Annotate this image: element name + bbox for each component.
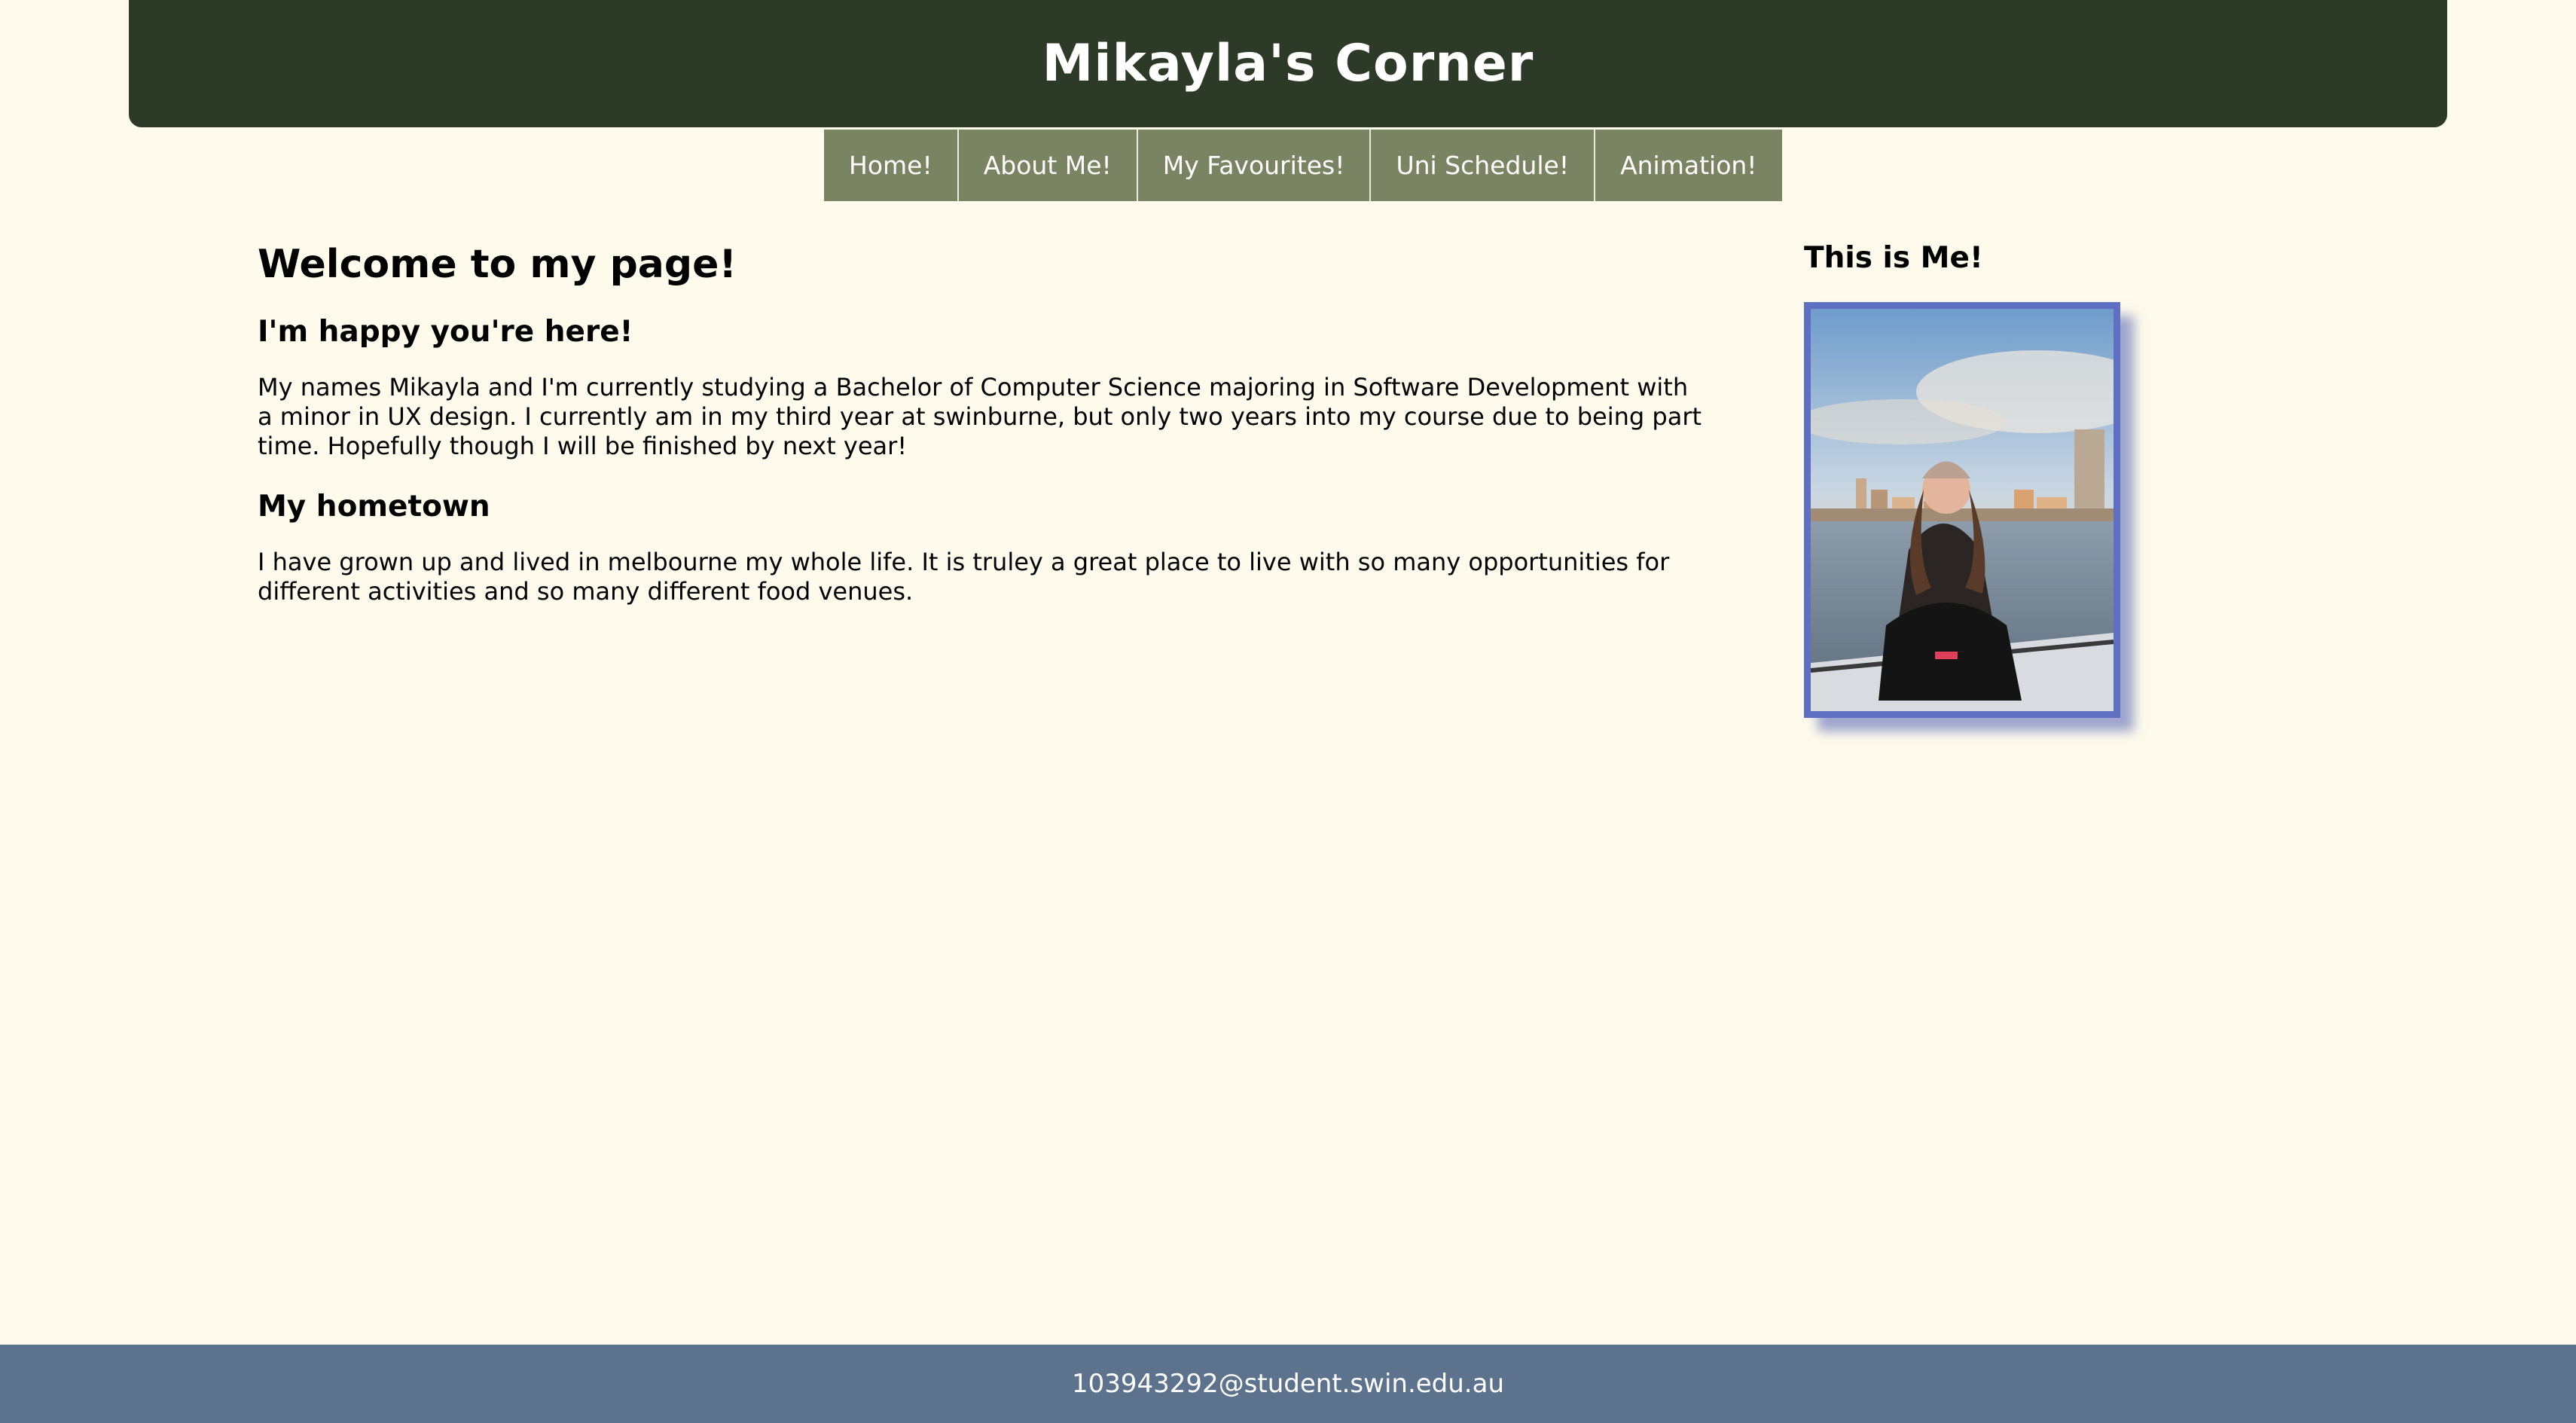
- intro-paragraph: My names Mikayla and I'm currently study…: [258, 373, 1702, 461]
- site-title: Mikayla's Corner: [1042, 34, 1534, 93]
- main-nav: Home! About Me! My Favourites! Uni Sched…: [824, 130, 1782, 201]
- site-header: Mikayla's Corner: [129, 0, 2447, 127]
- nav-item-home[interactable]: Home!: [824, 130, 959, 201]
- nav-item-uni-schedule[interactable]: Uni Schedule!: [1371, 130, 1596, 201]
- footer-email[interactable]: 103943292@student.swin.edu.au: [1072, 1369, 1504, 1399]
- page-heading: Welcome to my page!: [258, 242, 737, 287]
- site-footer: 103943292@student.swin.edu.au: [0, 1345, 2576, 1423]
- profile-aside: This is Me!: [1804, 241, 2150, 718]
- nav-item-my-favourites[interactable]: My Favourites!: [1137, 130, 1372, 201]
- hometown-paragraph: I have grown up and lived in melbourne m…: [258, 547, 1670, 606]
- profile-photo: [1804, 301, 2120, 718]
- nav-item-animation[interactable]: Animation!: [1595, 130, 1782, 201]
- welcome-subheading: I'm happy you're here!: [258, 315, 633, 350]
- nav-item-about-me[interactable]: About Me!: [958, 130, 1138, 201]
- profile-photo-image: [1811, 308, 2114, 711]
- aside-heading: This is Me!: [1804, 241, 1983, 275]
- hometown-heading: My hometown: [258, 490, 490, 524]
- main-content: Welcome to my page! I'm happy you're her…: [258, 241, 1708, 635]
